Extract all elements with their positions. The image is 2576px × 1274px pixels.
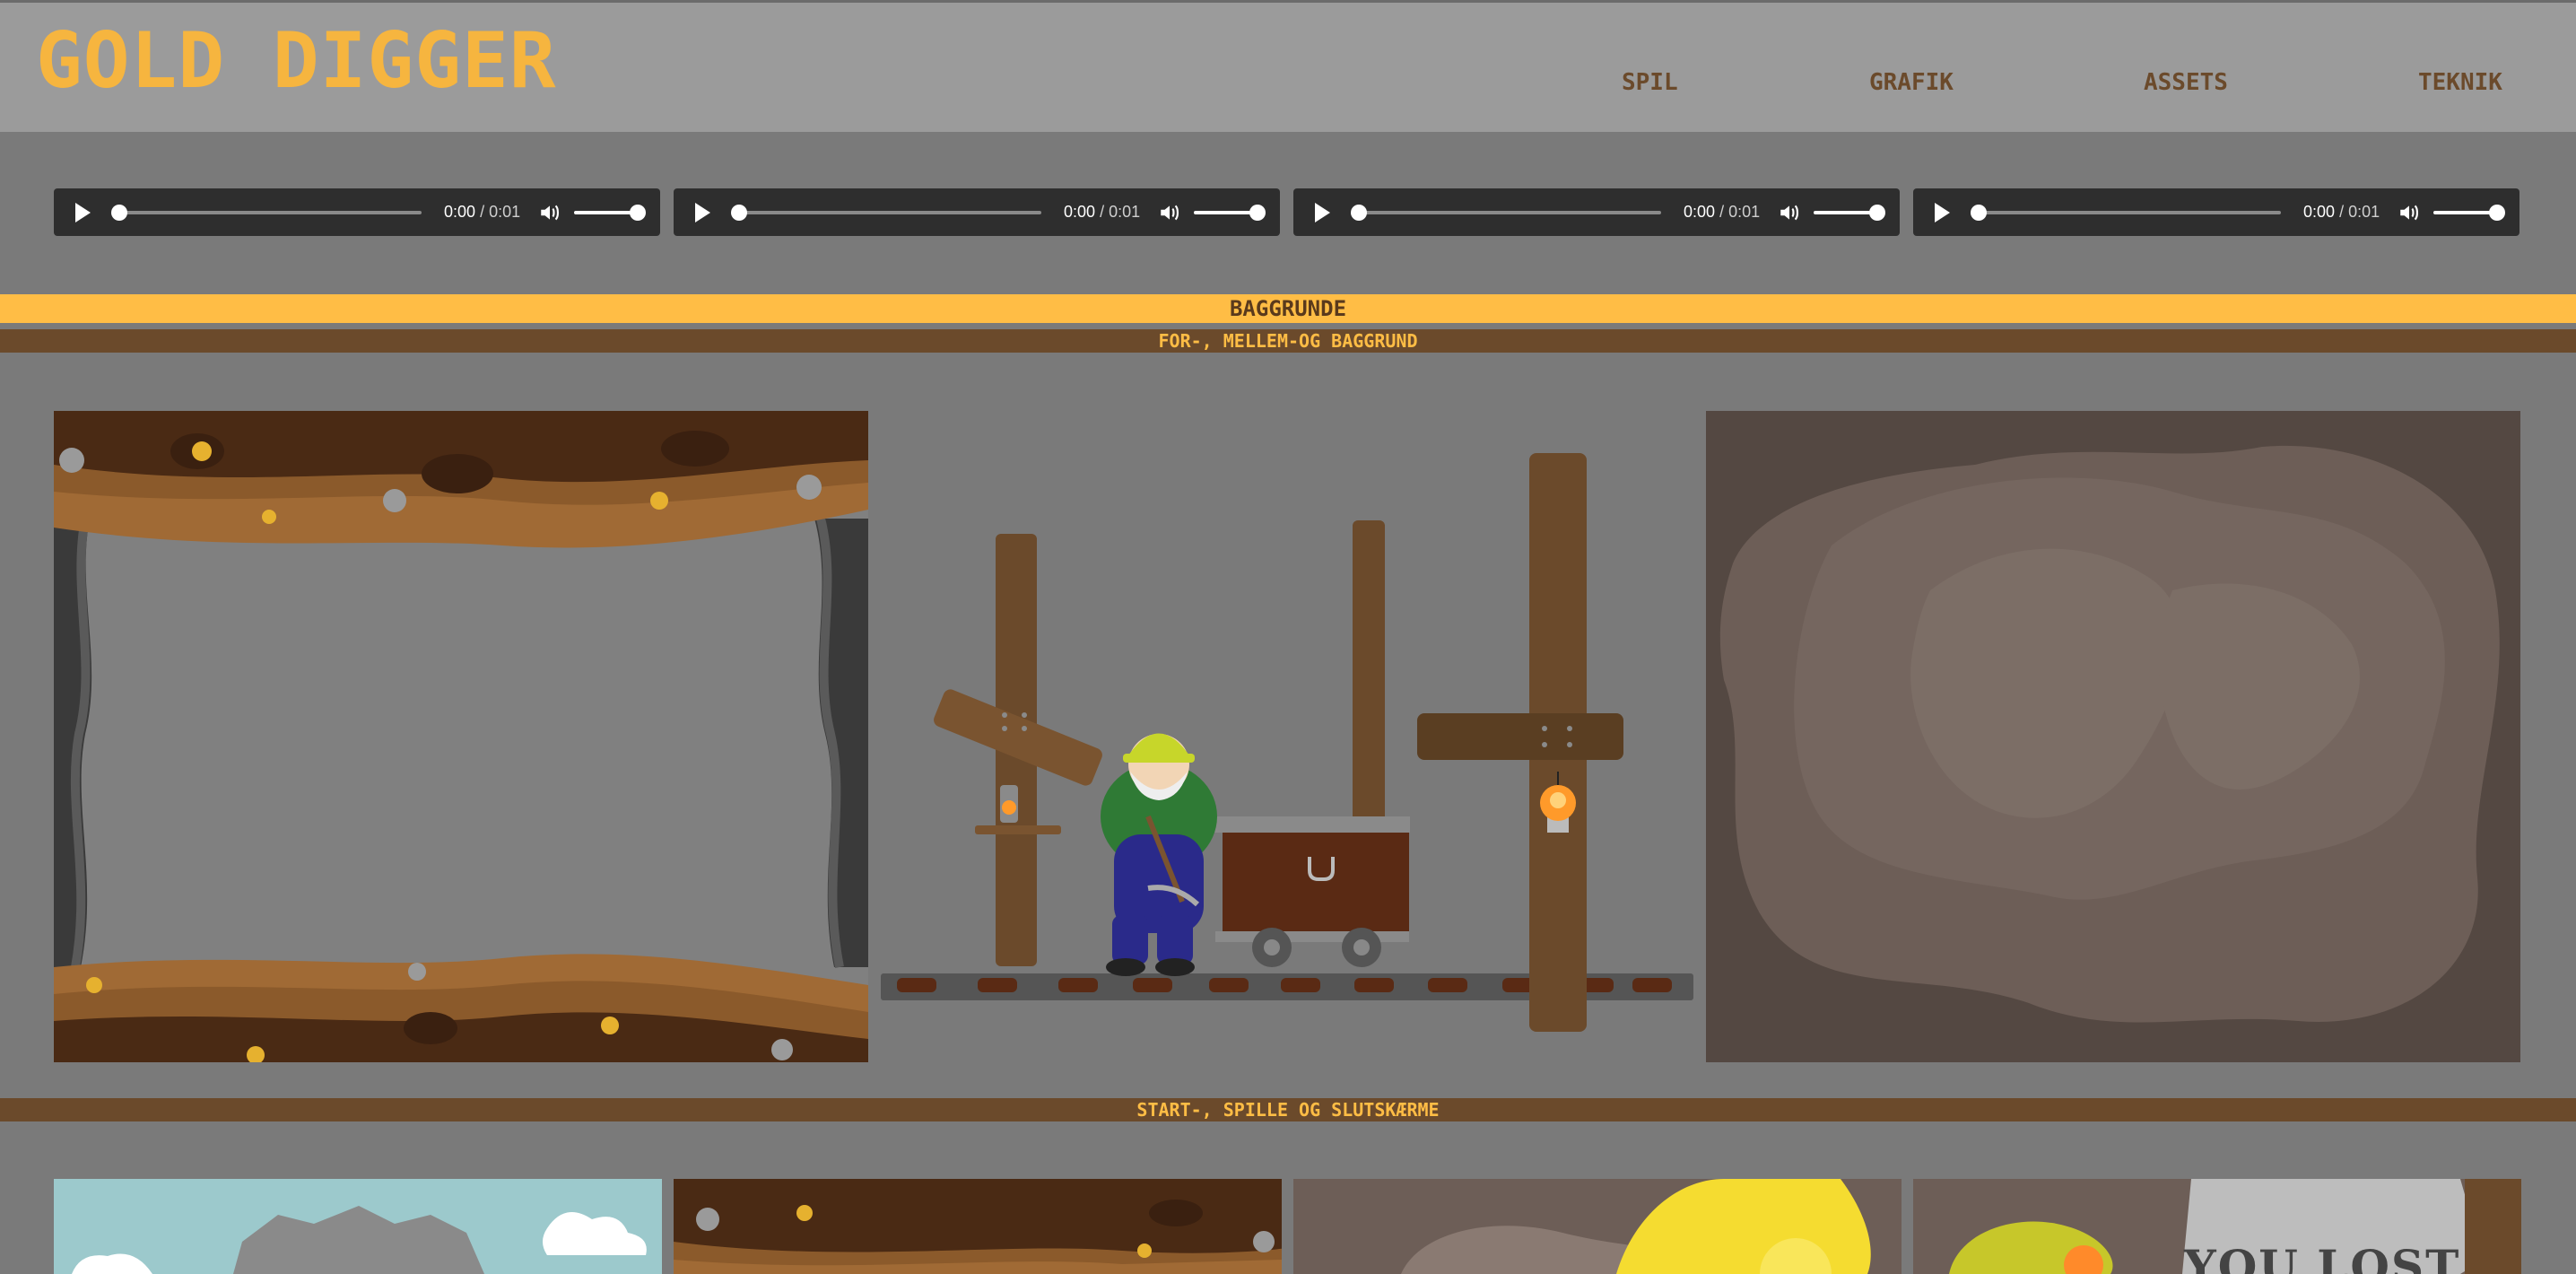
play-icon[interactable] — [1315, 203, 1330, 223]
win-screen-preview — [1293, 1179, 1902, 1274]
time-display: 0:00 / 0:01 — [1684, 203, 1760, 222]
current-time: 0:00 — [1064, 203, 1096, 221]
middleground-image — [879, 449, 1695, 1041]
time-display: 0:00 / 0:01 — [444, 203, 520, 222]
volume-knob[interactable] — [1869, 205, 1885, 221]
play-icon[interactable] — [1935, 203, 1950, 223]
progress-track[interactable] — [117, 211, 422, 214]
audio-player-1[interactable]: 0:00 / 0:01 — [54, 188, 660, 236]
subtitle-screens: START-, SPILLE OG SLUTSKÆRME — [0, 1098, 2576, 1121]
current-time: 0:00 — [2303, 203, 2336, 221]
audio-player-2[interactable]: 0:00 / 0:01 — [674, 188, 1280, 236]
current-time: 0:00 — [444, 203, 476, 221]
volume-icon[interactable] — [538, 201, 561, 224]
volume-icon[interactable] — [1778, 201, 1801, 224]
audio-player-3[interactable]: 0:00 / 0:01 — [1293, 188, 1900, 236]
start-screen-preview — [54, 1179, 662, 1274]
site-logo: GOLD DIGGER — [36, 16, 557, 106]
volume-knob[interactable] — [630, 205, 646, 221]
section-title-backgrounds: BAGGRUNDE — [0, 294, 2576, 323]
progress-track[interactable] — [736, 211, 1041, 214]
progress-knob[interactable] — [111, 205, 127, 221]
audio-player-4[interactable]: 0:00 / 0:01 — [1913, 188, 2519, 236]
volume-icon[interactable] — [2398, 201, 2421, 224]
progress-knob[interactable] — [1971, 205, 1987, 221]
play-icon[interactable] — [695, 203, 710, 223]
volume-knob[interactable] — [1249, 205, 1266, 221]
duration: / 0:01 — [480, 203, 521, 221]
foreground-image — [54, 411, 868, 1062]
lose-screen-preview: YOU LOST — [1913, 1179, 2521, 1274]
current-time: 0:00 — [1684, 203, 1716, 221]
time-display: 0:00 / 0:01 — [2303, 203, 2380, 222]
time-display: 0:00 / 0:01 — [1064, 203, 1140, 222]
duration: / 0:01 — [1100, 203, 1141, 221]
subtitle-layers: FOR-, MELLEM-OG BAGGRUND — [0, 329, 2576, 353]
nav-grafik[interactable]: GRAFIK — [1869, 69, 1954, 96]
duration: / 0:01 — [2339, 203, 2380, 221]
volume-knob[interactable] — [2489, 205, 2505, 221]
progress-knob[interactable] — [731, 205, 747, 221]
site-header: GOLD DIGGER SPIL GRAFIK ASSETS TEKNIK — [0, 0, 2576, 132]
progress-track[interactable] — [1356, 211, 1661, 214]
nav-assets[interactable]: ASSETS — [2144, 69, 2228, 96]
progress-knob[interactable] — [1351, 205, 1367, 221]
play-icon[interactable] — [75, 203, 91, 223]
background-image — [1706, 411, 2520, 1062]
you-lost-text: YOU LOST — [2184, 1240, 2461, 1274]
duration: / 0:01 — [1719, 203, 1761, 221]
nav-spil[interactable]: SPIL — [1622, 69, 1678, 96]
nav-teknik[interactable]: TEKNIK — [2418, 69, 2502, 96]
volume-icon[interactable] — [1158, 201, 1181, 224]
game-screen-preview — [674, 1179, 1282, 1274]
progress-track[interactable] — [1976, 211, 2281, 214]
